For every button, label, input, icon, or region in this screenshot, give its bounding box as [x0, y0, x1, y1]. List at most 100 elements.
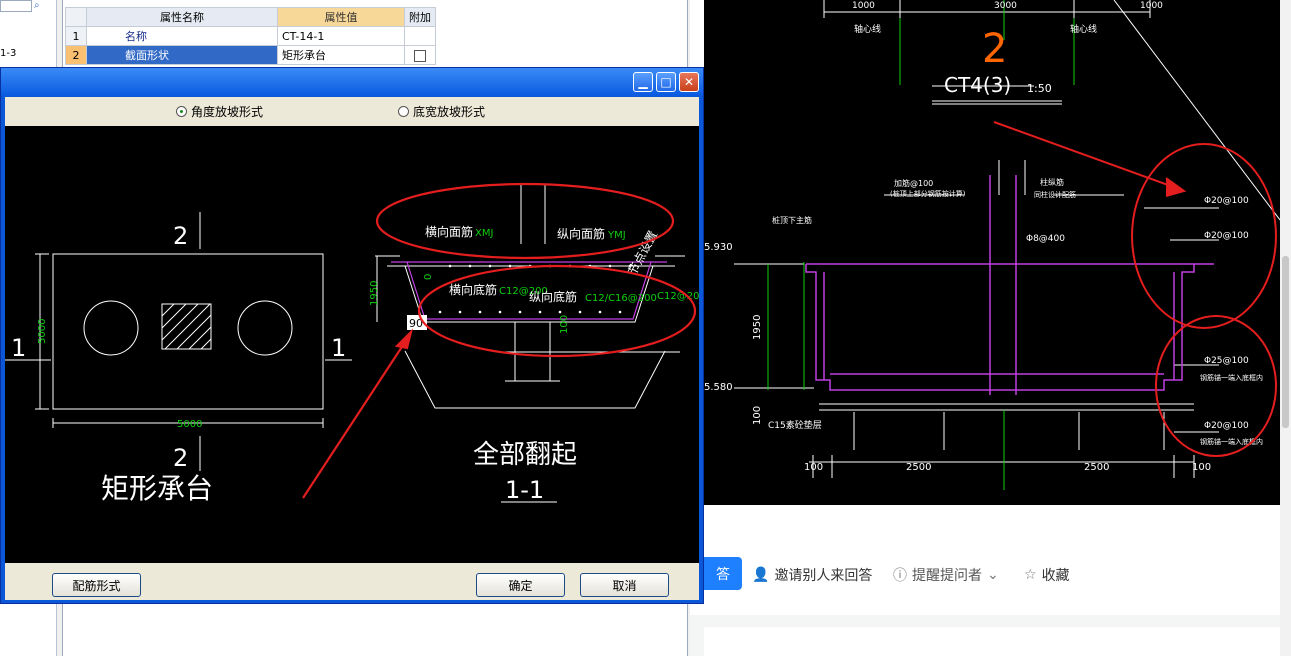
rebar-label: 横向面筋	[425, 224, 473, 239]
plan-title: 矩形承台	[101, 472, 213, 505]
scrollbar-thumb[interactable]	[1282, 256, 1289, 428]
rebar-label: 钢筋锚一端入底框内	[1200, 373, 1263, 382]
section-preview: 2 2 1 1 5000 5000 矩形承台 全部翻起 1-1 1950 0 9…	[5, 126, 706, 563]
section-mark: 1	[331, 334, 346, 362]
question-action-bar	[704, 505, 1280, 615]
cad-annotation: 加筋@100	[894, 178, 933, 188]
dim-label: 1000	[852, 1, 875, 11]
dialog-title-bar[interactable]: ▁ □ ✕	[1, 68, 703, 96]
dim-label: 1950	[369, 281, 380, 306]
section-mark: 2	[173, 444, 188, 472]
row-value[interactable]: 矩形承台	[277, 45, 405, 65]
row-value[interactable]: CT-14-1	[277, 26, 405, 46]
radio-label: 角度放坡形式	[191, 105, 264, 119]
rebar-code: C12/C16@200	[585, 293, 657, 304]
table-row[interactable]: 2 截面形状 矩形承台	[65, 45, 436, 65]
handwritten-mark: 2	[982, 26, 1007, 72]
property-table: 属性名称 属性值 附加 1 名称 CT-14-1 2 截面形状 矩形承台	[65, 7, 436, 65]
row-name: 名称	[86, 26, 278, 46]
elevation-label: 5.930	[704, 242, 733, 253]
cad-annotation: 柱纵筋	[1040, 177, 1064, 187]
dim-label: 2500	[1084, 462, 1109, 473]
cad-scale: 1:50	[1027, 82, 1052, 95]
radio-label: 底宽放坡形式	[413, 105, 486, 119]
maximize-icon: □	[660, 75, 672, 89]
tree-item-label[interactable]: 1-3	[0, 48, 16, 59]
rebar-label: 横向底筋	[449, 282, 497, 297]
rebar-label: 纵向底筋	[529, 289, 577, 304]
close-button[interactable]: ✕	[679, 72, 699, 92]
dim-label: 2500	[906, 462, 931, 473]
row-number: 1	[65, 26, 87, 46]
radio-dot[interactable]	[398, 106, 409, 117]
rebar-label: 纵向面筋	[557, 226, 605, 241]
section-mark: 1	[11, 334, 26, 362]
table-row[interactable]: 1 名称 CT-14-1	[65, 26, 436, 46]
answer-button[interactable]: 答	[704, 557, 742, 590]
axis-label: 轴心线	[854, 23, 881, 35]
maximize-button[interactable]: □	[656, 72, 676, 92]
row-extra	[404, 26, 436, 46]
row-extra-checkbox[interactable]	[404, 45, 436, 65]
invite-label: 邀请别人来回答	[774, 568, 873, 584]
cad-drawing: 1000 3000 1000 轴心线 轴心线 CT4(3) 1:50 加筋@10…	[704, 0, 1281, 490]
cad-annotation: Φ8@400	[1026, 234, 1065, 244]
dim-label: 5000	[177, 419, 202, 430]
rebar-code: XMJ	[475, 228, 493, 239]
dim-label: 100	[752, 406, 763, 425]
dim-label: 3000	[994, 1, 1017, 11]
row-number: 2	[65, 45, 87, 65]
rebar-label: Φ20@100	[1204, 196, 1249, 206]
section-note: 全部翻起	[473, 440, 577, 470]
tree-search-field[interactable]	[0, 0, 32, 12]
section-mark: 2	[173, 222, 188, 250]
section-preview-drawing: 2 2 1 1 5000 5000 矩形承台 全部翻起 1-1 1950 0 9…	[5, 182, 706, 505]
cancel-button[interactable]: 取消	[580, 573, 669, 597]
header-value: 属性值	[277, 7, 405, 27]
radio-width-slope[interactable]: 底宽放坡形式	[398, 103, 485, 120]
ok-button[interactable]: 确定	[476, 573, 565, 597]
radio-angle-slope[interactable]: 角度放坡形式	[176, 103, 263, 120]
cad-annotation: 桩顶下主筋	[772, 215, 812, 225]
close-icon: ✕	[683, 75, 695, 89]
remind-asker-link[interactable]: ⓘ 提醒提问者 ⌄	[893, 565, 999, 585]
favorite-link[interactable]: ☆ 收藏	[1024, 565, 1070, 585]
next-section	[704, 627, 1280, 656]
dialog-body: 角度放坡形式 底宽放坡形式 2 2 1 1 5000 5000 矩形承台 全部翻…	[5, 97, 706, 600]
info-icon: ⓘ	[893, 568, 907, 584]
cad-annotation: C15素砼垫层	[768, 419, 822, 431]
elevation-label: 5.580	[704, 382, 733, 393]
search-icon[interactable]: ⌕	[34, 0, 54, 11]
section-dialog: ▁ □ ✕ 角度放坡形式 底宽放坡形式 2 2 1 1 5000 5000 矩形…	[0, 67, 706, 604]
cad-annotation: 同柱设计配筋	[1034, 190, 1076, 199]
radio-dot-selected[interactable]	[176, 106, 187, 117]
chevron-down-icon: ⌄	[987, 567, 999, 583]
header-name: 属性名称	[86, 7, 278, 27]
star-icon: ☆	[1024, 567, 1037, 583]
axis-label: 轴心线	[1070, 23, 1097, 35]
corner-cell	[65, 7, 87, 27]
header-extra: 附加	[404, 7, 436, 27]
cad-annotation: (桩顶上部分钢筋按计算)	[890, 189, 966, 198]
row-name: 截面形状	[86, 45, 278, 65]
dim-label: 1950	[752, 315, 763, 340]
invite-answer-link[interactable]: 👤 邀请别人来回答	[752, 565, 872, 585]
section-title: 1-1	[505, 476, 544, 504]
rebar-code: C12@200	[657, 291, 699, 302]
dim-label: 100	[804, 462, 823, 473]
dim-label: 100	[559, 315, 570, 334]
cad-drawing-image: 1000 3000 1000 轴心线 轴心线 CT4(3) 1:50 加筋@10…	[704, 0, 1281, 505]
dim-label: 0	[423, 274, 434, 280]
dim-label: 100	[1192, 462, 1211, 473]
minimize-icon: ▁	[638, 75, 648, 89]
minimize-button[interactable]: ▁	[633, 72, 653, 92]
user-icon: 👤	[752, 567, 770, 583]
remind-label: 提醒提问者	[912, 568, 982, 584]
slope-label: 节点设置	[625, 228, 660, 277]
rebar-form-button[interactable]: 配筋形式	[52, 573, 141, 597]
rebar-label: Φ20@100	[1204, 421, 1249, 431]
rebar-label: Φ20@100	[1204, 231, 1249, 241]
rebar-code: YMJ	[607, 230, 626, 241]
dim-label: 1000	[1140, 1, 1163, 11]
rebar-label: Φ25@100	[1204, 356, 1249, 366]
